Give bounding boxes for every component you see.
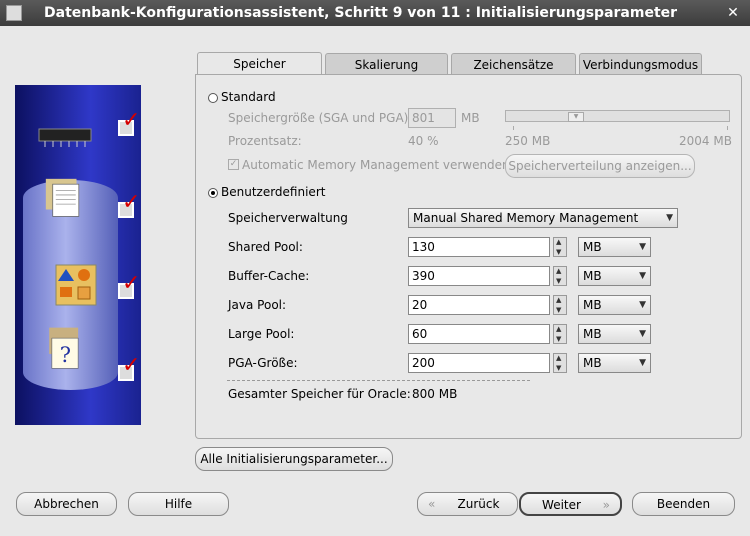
- close-icon[interactable]: ✕: [724, 4, 742, 22]
- help-document-icon: ?: [49, 327, 79, 369]
- back-label: Zurück: [457, 497, 500, 511]
- back-button[interactable]: « Zurück: [417, 492, 518, 516]
- slider-thumb[interactable]: ▼: [568, 112, 584, 122]
- next-button[interactable]: Weiter »: [519, 492, 622, 516]
- memory-slider[interactable]: ▼: [505, 110, 730, 122]
- buffer-cache-label: Buffer-Cache:: [228, 269, 310, 283]
- large-pool-label: Large Pool:: [228, 327, 295, 341]
- show-distribution-button[interactable]: Speicherverteilung anzeigen...: [505, 154, 695, 178]
- amm-checkbox[interactable]: ✓: [228, 159, 239, 170]
- cancel-button[interactable]: Abbrechen: [16, 492, 117, 516]
- title-bar: Datenbank-Konfigurationsassistent, Schri…: [0, 0, 750, 26]
- tab-skalierung[interactable]: Skalierung: [325, 53, 448, 74]
- all-params-button[interactable]: Alle Initialisierungsparameter...: [195, 447, 393, 471]
- svg-text:?: ?: [60, 342, 71, 367]
- step-check-3: ✓: [118, 271, 140, 299]
- chevron-down-icon: ▼: [639, 300, 646, 310]
- tab-verbindungsmodus[interactable]: Verbindungsmodus: [579, 53, 702, 74]
- large-pool-field[interactable]: 60: [408, 324, 550, 344]
- pga-size-label: PGA-Größe:: [228, 356, 298, 370]
- memory-size-unit: MB: [461, 111, 480, 125]
- pga-size-field[interactable]: 200: [408, 353, 550, 373]
- shared-pool-unit-select[interactable]: MB ▼: [578, 237, 651, 257]
- chevron-down-icon: ▼: [639, 329, 646, 339]
- percent-value: 40 %: [408, 134, 439, 148]
- shared-pool-unit: MB: [583, 240, 602, 254]
- shared-pool-spinner[interactable]: ▲ ▼: [553, 237, 567, 257]
- custom-label: Benutzerdefiniert: [221, 185, 326, 199]
- total-memory-value: 800 MB: [412, 387, 458, 401]
- buffer-cache-spinner[interactable]: ▲ ▼: [553, 266, 567, 286]
- chevron-down-icon: ▼: [639, 242, 646, 252]
- window-title: Datenbank-Konfigurationsassistent, Schri…: [44, 5, 678, 21]
- buffer-cache-unit: MB: [583, 269, 602, 283]
- wizard-illustration: ? ✓ ✓ ✓ ✓: [15, 85, 141, 425]
- divider: [227, 380, 530, 381]
- buffer-cache-unit-select[interactable]: MB ▼: [578, 266, 651, 286]
- total-memory-label: Gesamter Speicher für Oracle:: [228, 387, 411, 401]
- memory-size-field[interactable]: 801: [408, 108, 456, 128]
- chevron-right-icon: »: [602, 498, 610, 512]
- java-pool-unit: MB: [583, 298, 602, 312]
- finish-button[interactable]: Beenden: [632, 492, 735, 516]
- tab-zeichensaetze[interactable]: Zeichensätze: [451, 53, 576, 74]
- chevron-left-icon: «: [428, 497, 436, 511]
- chevron-down-icon: ▼: [639, 358, 646, 368]
- shared-pool-field[interactable]: 130: [408, 237, 550, 257]
- step-check-1: ✓: [118, 108, 140, 136]
- help-button[interactable]: Hilfe: [128, 492, 229, 516]
- large-pool-unit-select[interactable]: MB ▼: [578, 324, 651, 344]
- tab-speicher[interactable]: Speicher: [197, 52, 322, 74]
- large-pool-spinner[interactable]: ▲ ▼: [553, 324, 567, 344]
- memory-mgmt-select[interactable]: Manual Shared Memory Management ▼: [408, 208, 678, 228]
- percent-label: Prozentsatz:: [228, 134, 302, 148]
- pga-size-unit: MB: [583, 356, 602, 370]
- standard-label: Standard: [221, 90, 276, 104]
- pga-size-unit-select[interactable]: MB ▼: [578, 353, 651, 373]
- chevron-down-icon: ▼: [666, 213, 673, 223]
- java-pool-unit-select[interactable]: MB ▼: [578, 295, 651, 315]
- window-menu-icon[interactable]: [6, 5, 22, 21]
- step-check-2: ✓: [118, 190, 140, 218]
- slider-min-label: 250 MB: [505, 134, 551, 148]
- slider-max-label: 2004 MB: [679, 134, 732, 148]
- slider-tick-min: [513, 126, 514, 130]
- java-pool-spinner[interactable]: ▲ ▼: [553, 295, 567, 315]
- standard-radio[interactable]: [208, 93, 218, 103]
- step-check-4: ✓: [118, 353, 140, 381]
- memory-chip-icon: [38, 128, 92, 147]
- memory-mgmt-value: Manual Shared Memory Management: [413, 211, 639, 225]
- memory-mgmt-label: Speicherverwaltung: [228, 211, 348, 225]
- slider-tick-max: [727, 126, 728, 130]
- java-pool-label: Java Pool:: [228, 298, 287, 312]
- amm-label: Automatic Memory Management verwenden: [242, 158, 510, 172]
- chevron-down-icon: ▼: [639, 271, 646, 281]
- buffer-cache-field[interactable]: 390: [408, 266, 550, 286]
- pga-size-spinner[interactable]: ▲ ▼: [553, 353, 567, 373]
- shapes-icon: [55, 264, 97, 306]
- documents-icon: [45, 178, 80, 217]
- shared-pool-label: Shared Pool:: [228, 240, 303, 254]
- large-pool-unit: MB: [583, 327, 602, 341]
- java-pool-field[interactable]: 20: [408, 295, 550, 315]
- custom-radio[interactable]: [208, 188, 218, 198]
- next-label: Weiter: [542, 498, 581, 512]
- memory-size-label: Speichergröße (SGA und PGA):: [228, 111, 413, 125]
